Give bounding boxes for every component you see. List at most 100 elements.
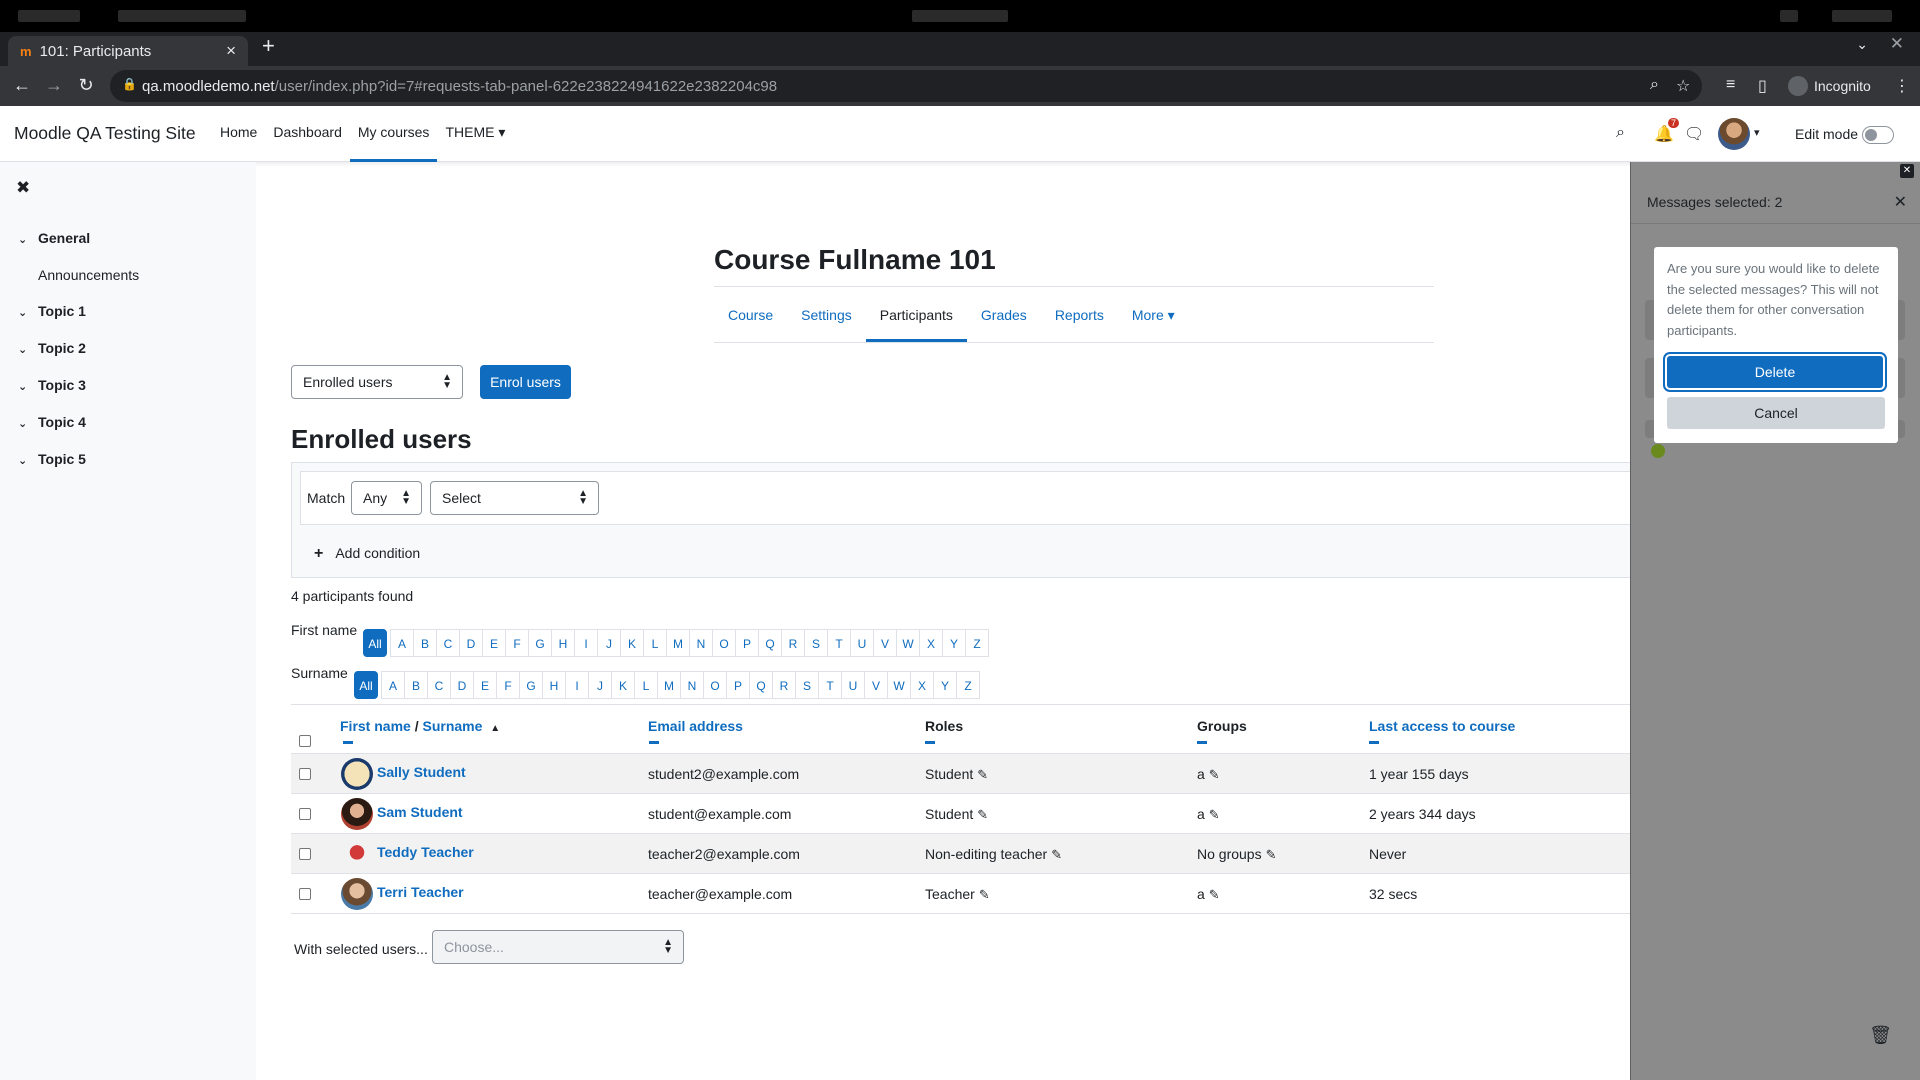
nav-home[interactable]: Home [212,106,265,162]
window-close-icon[interactable]: ✕ [1890,34,1904,54]
sort-surname[interactable]: Surname [422,718,482,734]
side-panel-icon[interactable]: ▯ [1758,76,1767,96]
trash-icon[interactable]: 🗑 [1869,1025,1892,1046]
surname-initial-m[interactable]: M [657,671,681,699]
edit-pencil-icon[interactable]: ✎ [1051,847,1062,862]
activity-announcements[interactable]: Announcements [38,267,139,283]
edit-pencil-icon[interactable]: ✎ [1209,767,1220,782]
first-name-initial-r[interactable]: R [781,629,805,657]
collapse-column-icon[interactable] [1197,741,1207,744]
site-name[interactable]: Moodle QA Testing Site [14,123,196,144]
first-name-initial-y[interactable]: Y [942,629,966,657]
surname-initial-q[interactable]: Q [749,671,773,699]
sort-last-access[interactable]: Last access to course [1369,718,1515,734]
cancel-button[interactable]: Cancel [1667,397,1885,429]
participant-name-link[interactable]: Sam Student [377,804,463,820]
tab-participants[interactable]: Participants [865,287,967,342]
add-condition-button[interactable]: + Add condition [314,545,420,563]
first-name-initial-n[interactable]: N [689,629,713,657]
first-name-initial-i[interactable]: I [574,629,598,657]
edit-pencil-icon[interactable]: ✎ [1209,807,1220,822]
section-topic-1[interactable]: ⌄ Topic 1 [18,303,86,319]
surname-initial-v[interactable]: V [864,671,888,699]
address-bar[interactable]: 🔒 qa.moodledemo.net/user/index.php?id=7#… [110,70,1702,102]
back-arrow-icon[interactable]: ← [10,75,34,96]
surname-initial-x[interactable]: X [910,671,934,699]
bookmark-star-icon[interactable]: ☆ [1676,76,1690,96]
first-name-initial-l[interactable]: L [643,629,667,657]
tab-close-icon[interactable]: × [226,41,236,61]
surname-initial-z[interactable]: Z [956,671,980,699]
collapse-column-icon[interactable] [343,741,353,744]
first-name-initial-q[interactable]: Q [758,629,782,657]
collapse-column-icon[interactable] [649,741,659,744]
chevron-down-icon[interactable]: ⌄ [18,380,38,393]
select-all-checkbox[interactable] [299,735,311,747]
search-icon[interactable]: ⌕ [1616,124,1625,142]
first-name-initial-k[interactable]: K [620,629,644,657]
zoom-icon[interactable]: ⌕ [1650,76,1659,94]
browser-tab[interactable]: m 101: Participants × [8,36,248,66]
reading-list-icon[interactable]: ≡ [1726,76,1735,94]
first-name-initial-e[interactable]: E [482,629,506,657]
first-name-initial-h[interactable]: H [551,629,575,657]
tab-grades[interactable]: Grades [967,287,1041,342]
first-name-initial-c[interactable]: C [436,629,460,657]
participant-name-link[interactable]: Sally Student [377,764,466,780]
nav-dashboard[interactable]: Dashboard [265,106,350,162]
row-checkbox[interactable] [299,808,311,820]
new-tab-button[interactable]: + [262,32,275,60]
surname-initial-h[interactable]: H [542,671,566,699]
section-topic-2[interactable]: ⌄ Topic 2 [18,340,86,356]
surname-initial-r[interactable]: R [772,671,796,699]
surname-initial-c[interactable]: C [427,671,451,699]
first-name-initial-t[interactable]: T [827,629,851,657]
surname-initial-n[interactable]: N [680,671,704,699]
first-name-initial-u[interactable]: U [850,629,874,657]
section-general[interactable]: ⌄ General [18,230,90,246]
chevron-down-icon[interactable]: ⌄ [18,233,38,246]
chevron-down-icon[interactable]: ⌄ [18,306,38,319]
chevron-down-icon[interactable]: ⌄ [18,417,38,430]
participant-name-link[interactable]: Teddy Teacher [377,844,474,860]
row-checkbox[interactable] [299,888,311,900]
edit-pencil-icon[interactable]: ✎ [977,807,988,822]
delete-button[interactable]: Delete [1667,356,1883,388]
nav-my-courses[interactable]: My courses [349,106,438,162]
first-name-initial-a[interactable]: A [390,629,414,657]
browser-menu-icon[interactable]: ⋮ [1894,76,1910,96]
messages-bubble-icon[interactable]: 🗨 [1684,124,1704,144]
edit-pencil-icon[interactable]: ✎ [1209,887,1220,902]
user-avatar[interactable] [1718,118,1750,150]
first-name-initial-v[interactable]: V [873,629,897,657]
first-name-initial-x[interactable]: X [919,629,943,657]
close-drawer-icon[interactable]: ✖ [16,178,30,198]
section-topic-4[interactable]: ⌄ Topic 4 [18,414,86,430]
first-name-initial-p[interactable]: P [735,629,759,657]
match-select[interactable]: Any ▲ ▼ [351,481,422,515]
first-name-initial-s[interactable]: S [804,629,828,657]
bulk-action-select[interactable]: Choose... ▲ ▼ [432,930,684,964]
first-name-initial-d[interactable]: D [459,629,483,657]
incognito-indicator[interactable]: Incognito [1788,76,1871,96]
surname-initial-d[interactable]: D [450,671,474,699]
surname-initial-j[interactable]: J [588,671,612,699]
participant-name-link[interactable]: Terri Teacher [377,884,464,900]
participants-page-select[interactable]: Enrolled users ▲ ▼ [291,365,463,399]
first-name-initial-b[interactable]: B [413,629,437,657]
first-name-initial-j[interactable]: J [597,629,621,657]
surname-initial-i[interactable]: I [565,671,589,699]
collapse-column-icon[interactable] [925,741,935,744]
filter-type-select[interactable]: Select ▲ ▼ [430,481,599,515]
reload-icon[interactable]: ↻ [74,75,98,96]
sort-email[interactable]: Email address [648,718,743,734]
surname-initial-o[interactable]: O [703,671,727,699]
row-checkbox[interactable] [299,848,311,860]
first-name-initial-w[interactable]: W [896,629,920,657]
tab-course[interactable]: Course [714,287,787,342]
surname-initial-a[interactable]: A [381,671,405,699]
collapse-column-icon[interactable] [1369,741,1379,744]
surname-initial-u[interactable]: U [841,671,865,699]
surname-initial-l[interactable]: L [634,671,658,699]
tab-settings[interactable]: Settings [787,287,866,342]
